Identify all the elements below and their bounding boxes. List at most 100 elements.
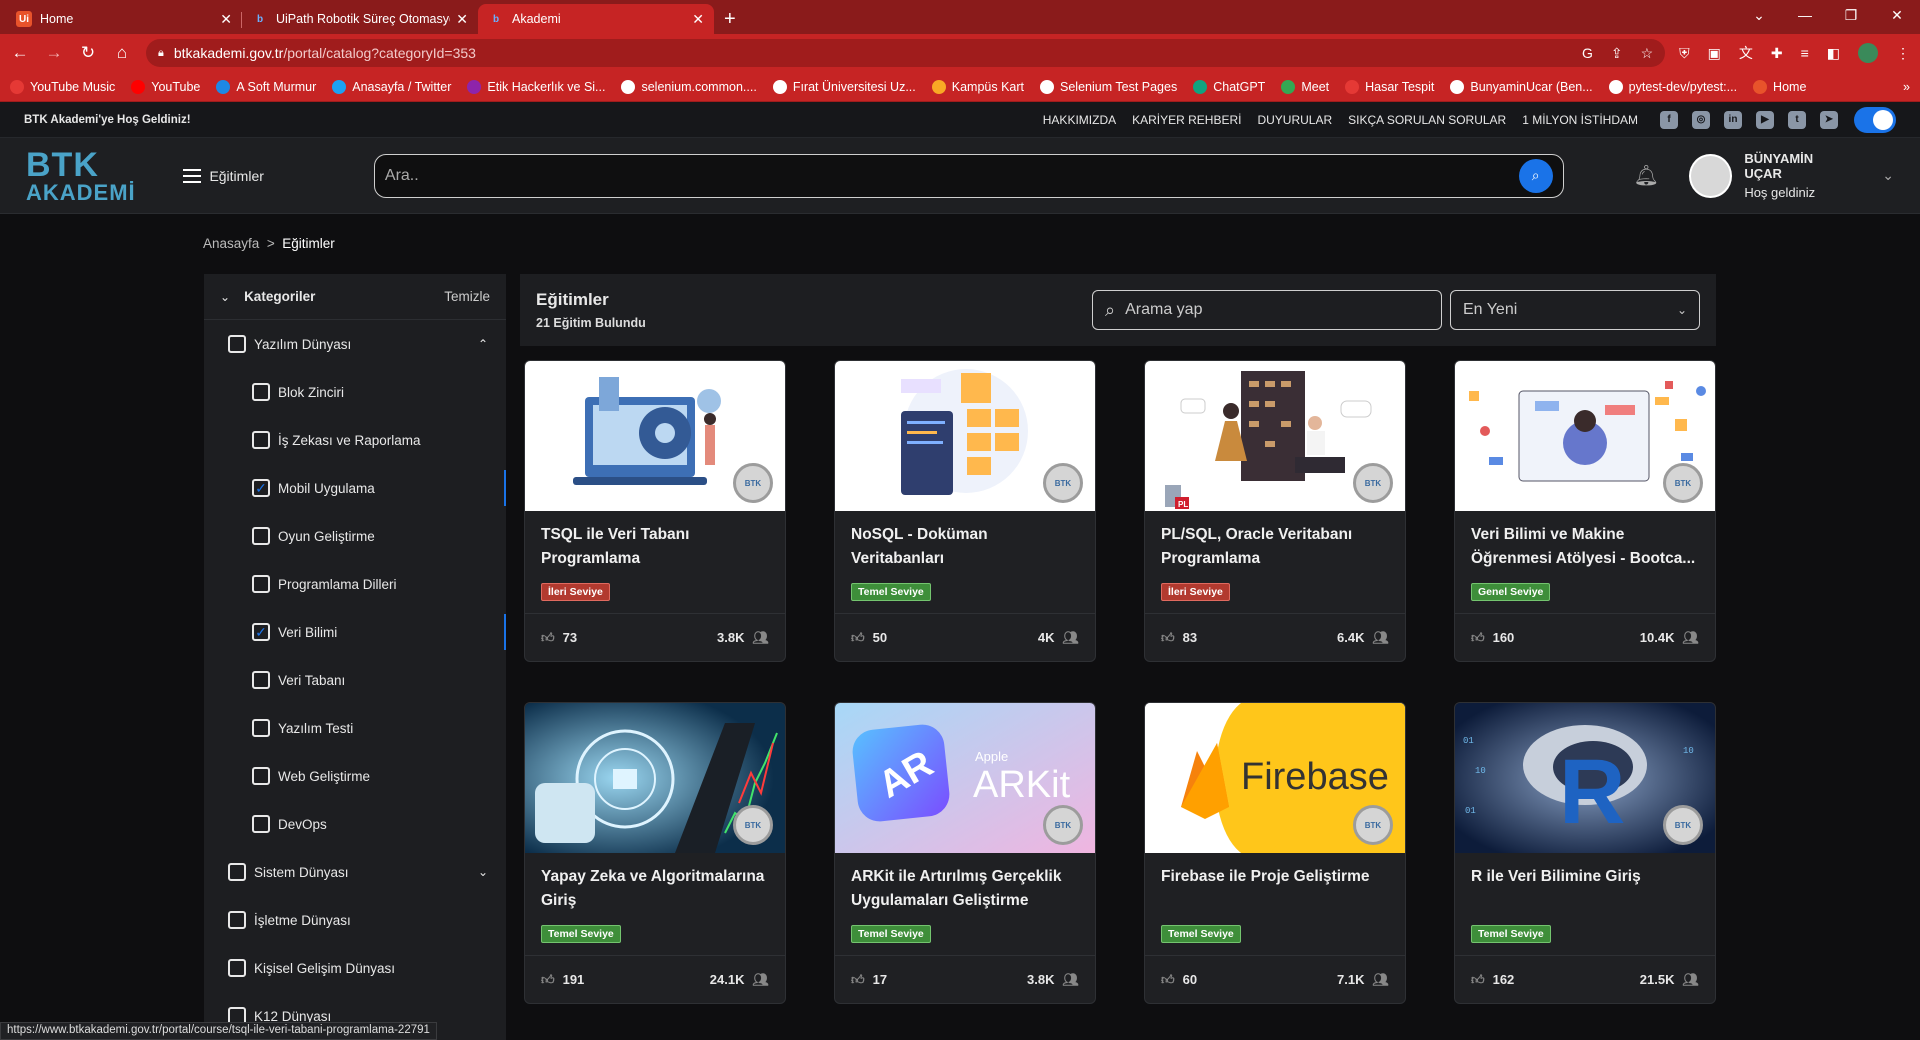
checkbox[interactable] [252,575,270,593]
course-thumbnail[interactable]: BTK [525,361,785,511]
close-tab-icon[interactable]: ✕ [456,11,468,28]
category-item[interactable]: DevOps [204,800,506,848]
bookmark-youtube[interactable]: YouTube [131,79,200,94]
facebook-icon[interactable]: f [1660,110,1678,129]
linkedin-icon[interactable]: in [1724,110,1742,129]
thumbs-up-icon[interactable]: 👍︎ [851,972,865,988]
bookmark-hasar-tespit[interactable]: Hasar Tespit [1345,79,1434,94]
course-thumbnail[interactable]: BTK [835,361,1095,511]
checkbox[interactable] [252,815,270,833]
close-tab-icon[interactable]: ✕ [220,11,232,28]
minimize-icon[interactable]: — [1782,0,1828,30]
link-kariyer-rehberi[interactable]: KARİYER REHBERİ [1132,113,1241,127]
share-icon[interactable]: ⇪ [1611,45,1623,62]
link-duyurular[interactable]: DUYURULAR [1257,113,1332,127]
category-item[interactable]: Blok Zinciri [204,368,506,416]
category-item[interactable]: Kişisel Gelişim Dünyası [204,944,506,992]
clear-filters-button[interactable]: Temizle [444,289,490,304]
reload-icon[interactable]: ↻ [78,43,98,63]
address-bar[interactable]: 🔒︎ btkakademi.gov.tr/portal/catalog?cate… [146,39,1666,67]
course-card[interactable]: PL BTK PL/SQL, Oracle Veritabanı Program… [1144,360,1406,662]
side-panel-icon[interactable]: ◧ [1827,45,1840,62]
course-card[interactable]: BTK Yapay Zeka ve Algoritmalarına Giriş … [524,702,786,1004]
bookmark-github-pytest[interactable]: pytest-dev/pytest:... [1608,79,1737,94]
collapse-chevron-icon[interactable]: ⌄ [220,290,230,304]
course-thumbnail[interactable]: BTK [1455,361,1715,511]
category-item[interactable]: Programlama Dilleri [204,560,506,608]
course-title[interactable]: ARKit ile Artırılmış Gerçeklik Uygulamal… [835,853,1095,919]
lock-icon[interactable]: 🔒︎ [158,47,164,60]
catalog-search-input[interactable]: Arama yap [1125,301,1202,319]
course-title[interactable]: R ile Veri Bilimine Giriş [1455,853,1715,919]
course-thumbnail[interactable]: BTK [525,703,785,853]
home-icon[interactable]: ⌂ [112,43,132,63]
course-card[interactable]: AR Apple ARKit BTK ARKit ile Artırılmış Ge… [834,702,1096,1004]
telegram-icon[interactable]: ➤ [1820,110,1838,129]
reading-list-icon[interactable]: ≡ [1801,45,1809,61]
thumbs-up-icon[interactable]: 👍︎ [1161,972,1175,988]
sort-select[interactable]: En Yeni ⌄ [1450,290,1700,330]
search-icon[interactable]: ⌕ [1518,158,1553,193]
category-item[interactable]: İşletme Dünyası [204,896,506,944]
bookmark-home[interactable]: Home [1753,79,1806,94]
course-card[interactable]: 0110011001R BTK R ile Veri Bilimine Giri… [1454,702,1716,1004]
bookmark-chatgpt[interactable]: ChatGPT [1193,79,1265,94]
category-item[interactable]: Yazılım Testi [204,704,506,752]
checkbox[interactable] [228,959,246,977]
extension-layers-icon[interactable]: ▣ [1708,45,1721,62]
bookmark-youtube-music[interactable]: YouTube Music [10,79,115,94]
instagram-icon[interactable]: ◎ [1692,110,1710,129]
checkbox[interactable] [228,335,246,353]
course-thumbnail[interactable]: Firebase BTK [1145,703,1405,853]
bookmark-github-bunyaminucar[interactable]: BunyaminUcar (Ben... [1450,79,1593,94]
egitimler-menu[interactable]: Eğitimler [183,168,264,184]
course-card[interactable]: BTK Veri Bilimi ve Makine Öğrenmesi Atöl… [1454,360,1716,662]
course-thumbnail[interactable]: PL BTK [1145,361,1405,511]
course-title[interactable]: NoSQL - Doküman Veritabanları [835,511,1095,577]
bookmark-meet[interactable]: Meet [1281,79,1329,94]
bookmark-twitter[interactable]: Anasayfa / Twitter [332,79,451,94]
category-item[interactable]: ✓ Veri Bilimi [204,608,506,656]
bookmark-etik-hackerlik[interactable]: Etik Hackerlık ve Si... [467,79,605,94]
breadcrumb-home[interactable]: Anasayfa [203,236,259,251]
course-thumbnail[interactable]: AR Apple ARKit BTK [835,703,1095,853]
course-card[interactable]: BTK TSQL ile Veri Tabanı Programlama İle… [524,360,786,662]
user-menu[interactable]: BÜNYAMİN UÇAR Hoş geldiniz [1689,151,1852,200]
chevron-up-icon[interactable]: ⌃ [478,337,488,351]
close-tab-icon[interactable]: ✕ [692,11,704,28]
extension-shield-icon[interactable]: ⛨ [1679,45,1690,62]
checkbox[interactable] [252,719,270,737]
category-item[interactable]: Web Geliştirme [204,752,506,800]
google-icon[interactable]: G [1582,45,1593,61]
course-title[interactable]: TSQL ile Veri Tabanı Programlama [525,511,785,577]
youtube-icon[interactable]: ▶ [1756,110,1774,129]
search-input[interactable]: Ara.. [385,167,1519,185]
checkbox[interactable] [228,911,246,929]
catalog-search[interactable]: ⌕ Arama yap [1092,290,1442,330]
browser-tab-active[interactable]: b Akademi ✕ [478,4,714,34]
bookmark-selenium-common[interactable]: selenium.common.... [621,79,757,94]
category-item[interactable]: Yazılım Dünyası ⌃ [204,320,506,368]
thumbs-up-icon[interactable]: 👍︎ [1161,630,1175,646]
category-item[interactable]: Veri Tabanı [204,656,506,704]
checkbox[interactable] [252,527,270,545]
course-title[interactable]: PL/SQL, Oracle Veritabanı Programlama [1145,511,1405,577]
course-thumbnail[interactable]: 0110011001R BTK [1455,703,1715,853]
checkbox[interactable] [228,863,246,881]
thumbs-up-icon[interactable]: 👍︎ [541,630,555,646]
back-icon[interactable]: ← [10,43,30,63]
category-item[interactable]: İş Zekası ve Raporlama [204,416,506,464]
new-tab-icon[interactable]: + [724,4,736,34]
translate-icon[interactable]: 文 [1739,43,1753,63]
browser-tab[interactable]: Ui Home ✕ [6,4,242,34]
bookmark-firat-universitesi[interactable]: Fırat Üniversitesi Uz... [772,79,916,94]
course-title[interactable]: Veri Bilimi ve Makine Öğrenmesi Atölyesi… [1455,511,1715,577]
twitter-icon[interactable]: t [1788,110,1806,129]
checkbox[interactable] [252,767,270,785]
link-hakkimizda[interactable]: HAKKIMIZDA [1043,113,1116,127]
course-title[interactable]: Yapay Zeka ve Algoritmalarına Giriş [525,853,785,919]
thumbs-up-icon[interactable]: 👍︎ [851,630,865,646]
checkbox[interactable] [252,671,270,689]
more-menu-icon[interactable]: ⋮ [1896,45,1910,62]
thumbs-up-icon[interactable]: 👍︎ [1471,630,1485,646]
